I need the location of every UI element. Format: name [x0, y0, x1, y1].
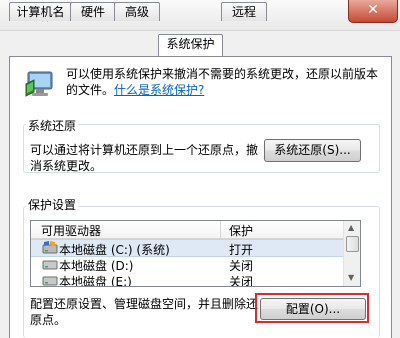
drive-list[interactable]: 可用驱动器 保护 本地磁盘 (C:) (系统) 打开 本地磁盘 (D:) 关闭 — [30, 220, 361, 287]
close-icon: ✕ — [367, 2, 379, 18]
drive-name: 本地磁盘 (E:) — [59, 275, 132, 287]
intro-description: 可以使用系统保护来撤消不需要的系统更改，还原以前版本的文件。 — [66, 67, 379, 97]
shield-icon — [24, 68, 58, 100]
drive-row-c[interactable]: 本地磁盘 (C:) (系统) 打开 — [31, 239, 360, 257]
scroll-up-icon[interactable]: ▲ — [348, 223, 354, 232]
tab-advanced[interactable]: 高级 — [114, 2, 160, 21]
protection-settings-label: 保护设置 — [26, 196, 79, 213]
intro-text: 可以使用系统保护来撤消不需要的系统更改，还原以前版本的文件。什么是系统保护? — [66, 66, 386, 98]
tab-system-protection[interactable]: 系统保护 — [158, 34, 223, 56]
drive-list-scrollbar[interactable]: ▲ ▼ — [343, 221, 360, 286]
column-available-drives[interactable]: 可用驱动器 — [41, 222, 101, 239]
drive-protection-status: 关闭 — [229, 275, 254, 287]
column-divider — [220, 221, 221, 238]
drive-icon — [42, 273, 58, 286]
system-restore-description: 可以通过将计算机还原到上一个还原点，撤消系统更改。 — [30, 143, 259, 173]
what-is-system-protection-link[interactable]: 什么是系统保护? — [114, 83, 204, 97]
system-restore-label: 系统还原 — [26, 117, 79, 134]
drive-icon — [42, 257, 58, 270]
system-restore-button[interactable]: 系统还原(S)... — [264, 139, 361, 162]
column-protection[interactable]: 保护 — [229, 222, 253, 239]
scroll-thumb[interactable] — [346, 236, 359, 252]
list-header: 可用驱动器 保护 — [31, 221, 360, 239]
highlight-box — [255, 293, 369, 323]
drive-icon — [42, 241, 58, 254]
drive-row-e[interactable]: 本地磁盘 (E:) 关闭 — [31, 272, 360, 287]
tab-remote[interactable]: 远程 — [221, 2, 267, 21]
configure-description: 配置还原设置、管理磁盘空间，并且删除还原点。 — [30, 297, 259, 327]
scroll-down-icon[interactable]: ▼ — [348, 273, 354, 282]
close-button[interactable]: ✕ — [348, 0, 398, 23]
tab-hardware[interactable]: 硬件 — [70, 2, 116, 21]
drive-row-d[interactable]: 本地磁盘 (D:) 关闭 — [31, 256, 360, 273]
tab-computer-name[interactable]: 计算机名 — [9, 2, 72, 21]
